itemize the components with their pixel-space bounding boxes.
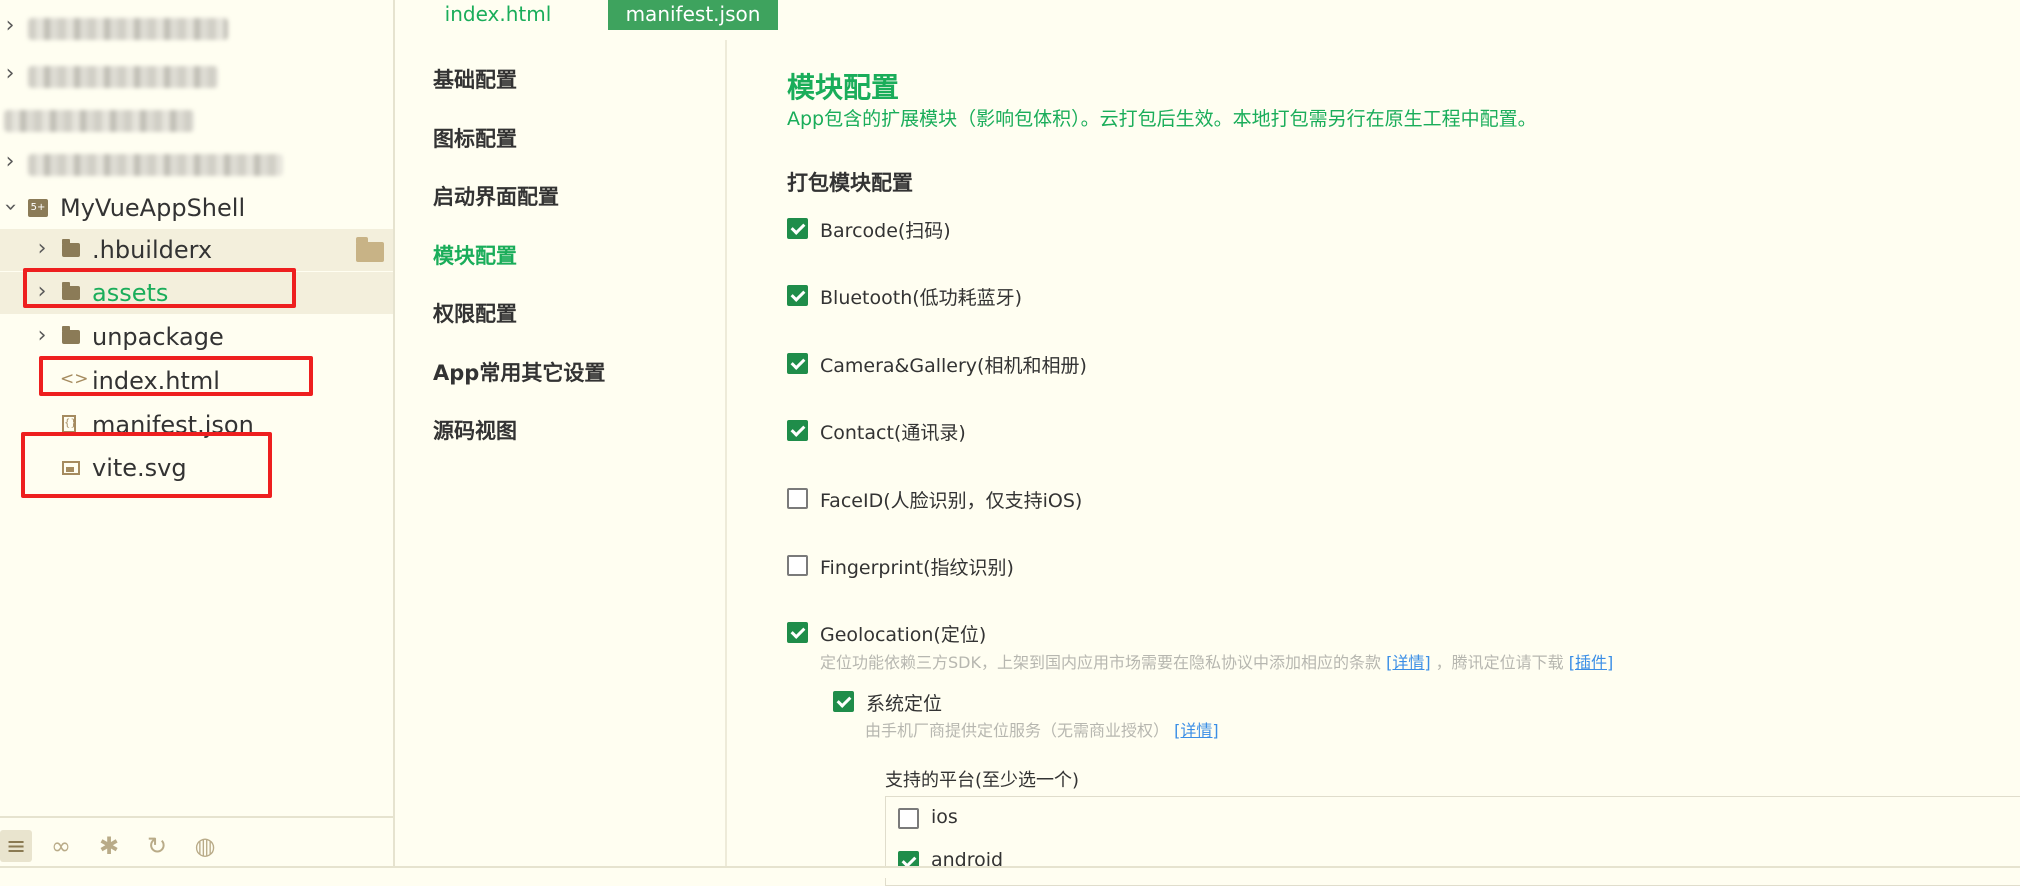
checkbox-label: 系统定位 — [866, 693, 943, 715]
nav-item-modules[interactable]: 模块配置 — [433, 240, 517, 270]
page-description: App包含的扩展模块（影响包体积）。云打包后生效。本地打包需另行在原生工程中配置… — [787, 108, 1537, 130]
hint-text: 定位功能依赖三方SDK，上架到国内应用市场需要在隐私协议中添加相应的条款 — [820, 653, 1381, 672]
chevron-right-icon[interactable]: › — [34, 238, 50, 260]
editor-tab-bar: index.html manifest.json — [395, 0, 2020, 32]
nav-item-icon[interactable]: 图标配置 — [433, 123, 517, 153]
system-location-hint: 由手机厂商提供定位服务（无需商业授权） [详情] — [865, 717, 1219, 741]
checkbox-unchecked[interactable] — [787, 555, 808, 576]
blurred-tree-row[interactable]: › — [0, 142, 393, 184]
geolocation-hint: 定位功能依赖三方SDK，上架到国内应用市场需要在隐私协议中添加相应的条款 [详情… — [820, 649, 1613, 673]
tree-item-label: manifest.json — [92, 411, 254, 439]
hint-text: ，腾讯定位请下载 — [1435, 653, 1564, 672]
open-folder-icon[interactable] — [356, 237, 384, 262]
tab-index-html[interactable]: index.html — [433, 0, 563, 30]
project-explorer: › › › › 5+ MyVueAppShell › .hbuilderx › … — [0, 0, 395, 876]
globe-icon[interactable]: ◍ — [189, 830, 221, 862]
chevron-right-icon[interactable]: › — [2, 63, 18, 85]
checkbox-label: ios — [931, 806, 958, 828]
chevron-right-icon[interactable]: › — [34, 281, 50, 303]
checkbox-label: Fingerprint(指纹识别) — [820, 557, 1014, 579]
tree-project-root[interactable]: › 5+ MyVueAppShell — [0, 187, 393, 229]
blurred-label — [28, 18, 228, 40]
checkbox-checked[interactable] — [787, 420, 808, 441]
checkbox-label: Geolocation(定位) — [820, 624, 987, 646]
folder-icon — [62, 326, 80, 344]
tree-item-assets[interactable]: › assets — [0, 272, 393, 314]
json-file-icon: {} — [62, 415, 77, 433]
platform-label: 支持的平台(至少选一个) — [885, 770, 1080, 791]
checkbox-label: FaceID(人脸识别，仅支持iOS) — [820, 490, 1083, 512]
checkbox-label: Barcode(扫码) — [820, 220, 951, 242]
tree-item-index-html[interactable]: <> index.html — [0, 360, 393, 402]
blurred-tree-row[interactable]: › — [0, 54, 393, 96]
blurred-tree-row[interactable]: › — [0, 6, 393, 48]
project-icon: 5+ — [28, 199, 48, 217]
nav-item-app-other[interactable]: App常用其它设置 — [433, 357, 605, 387]
tree-item-manifest-json[interactable]: {} manifest.json — [0, 404, 393, 446]
details-link[interactable]: [详情] — [1174, 721, 1219, 740]
blurred-tree-row[interactable] — [0, 98, 393, 140]
nav-item-splash[interactable]: 启动界面配置 — [433, 181, 559, 211]
checkbox-label: Camera&Gallery(相机和相册) — [820, 355, 1087, 377]
status-bar-edge — [0, 866, 2020, 878]
nav-item-source-view[interactable]: 源码视图 — [433, 415, 517, 445]
tree-item-label: .hbuilderx — [92, 236, 213, 264]
tree-item-label: assets — [92, 279, 169, 307]
chevron-right-icon[interactable]: › — [2, 15, 18, 37]
checkbox-checked[interactable] — [833, 691, 854, 712]
blurred-label — [28, 154, 283, 176]
folder-icon — [62, 239, 80, 257]
tree-item-vite-svg[interactable]: vite.svg — [0, 447, 393, 489]
checkbox-checked[interactable] — [787, 622, 808, 643]
binoculars-icon[interactable]: ∞ — [45, 830, 77, 862]
checkbox-checked[interactable] — [787, 285, 808, 306]
folder-icon — [62, 282, 80, 300]
chevron-right-icon[interactable]: › — [2, 151, 18, 173]
tree-item-hbuilderx[interactable]: › .hbuilderx — [0, 229, 393, 271]
checkbox-checked[interactable] — [787, 218, 808, 239]
project-name: MyVueAppShell — [60, 194, 246, 222]
manifest-settings-nav: 基础配置 图标配置 启动界面配置 模块配置 权限配置 App常用其它设置 源码视… — [397, 40, 727, 876]
plugin-link[interactable]: [插件] — [1569, 653, 1614, 672]
tree-item-label: vite.svg — [92, 454, 187, 482]
section-title: 打包模块配置 — [787, 171, 913, 195]
checkbox-checked[interactable] — [787, 353, 808, 374]
tab-manifest-json[interactable]: manifest.json — [608, 0, 778, 30]
bug-icon[interactable]: ✱ — [93, 830, 125, 862]
blurred-label — [4, 110, 194, 132]
page-title: 模块配置 — [787, 71, 900, 104]
file-list-icon[interactable]: ≡ — [0, 830, 32, 862]
details-link[interactable]: [详情] — [1386, 653, 1431, 672]
chevron-down-icon[interactable]: › — [0, 199, 23, 215]
tree-item-unpackage[interactable]: › unpackage — [0, 316, 393, 358]
checkbox-label: Bluetooth(低功耗蓝牙) — [820, 287, 1023, 309]
checkbox-unchecked[interactable] — [898, 808, 919, 829]
checkbox-unchecked[interactable] — [787, 488, 808, 509]
tree-item-label: index.html — [92, 367, 220, 395]
nav-item-basic[interactable]: 基础配置 — [433, 64, 517, 94]
module-config-panel: 模块配置 App包含的扩展模块（影响包体积）。云打包后生效。本地打包需另行在原生… — [727, 40, 2020, 886]
chevron-right-icon[interactable]: › — [34, 325, 50, 347]
hint-text: 由手机厂商提供定位服务（无需商业授权） — [865, 721, 1170, 740]
git-icon[interactable]: ↻ — [141, 830, 173, 862]
code-file-icon: <> — [60, 369, 89, 389]
tree-item-label: unpackage — [92, 323, 224, 351]
checkbox-label: Contact(通讯录) — [820, 422, 966, 444]
nav-item-permissions[interactable]: 权限配置 — [433, 298, 517, 328]
image-file-icon — [62, 461, 80, 475]
blurred-label — [28, 66, 218, 88]
